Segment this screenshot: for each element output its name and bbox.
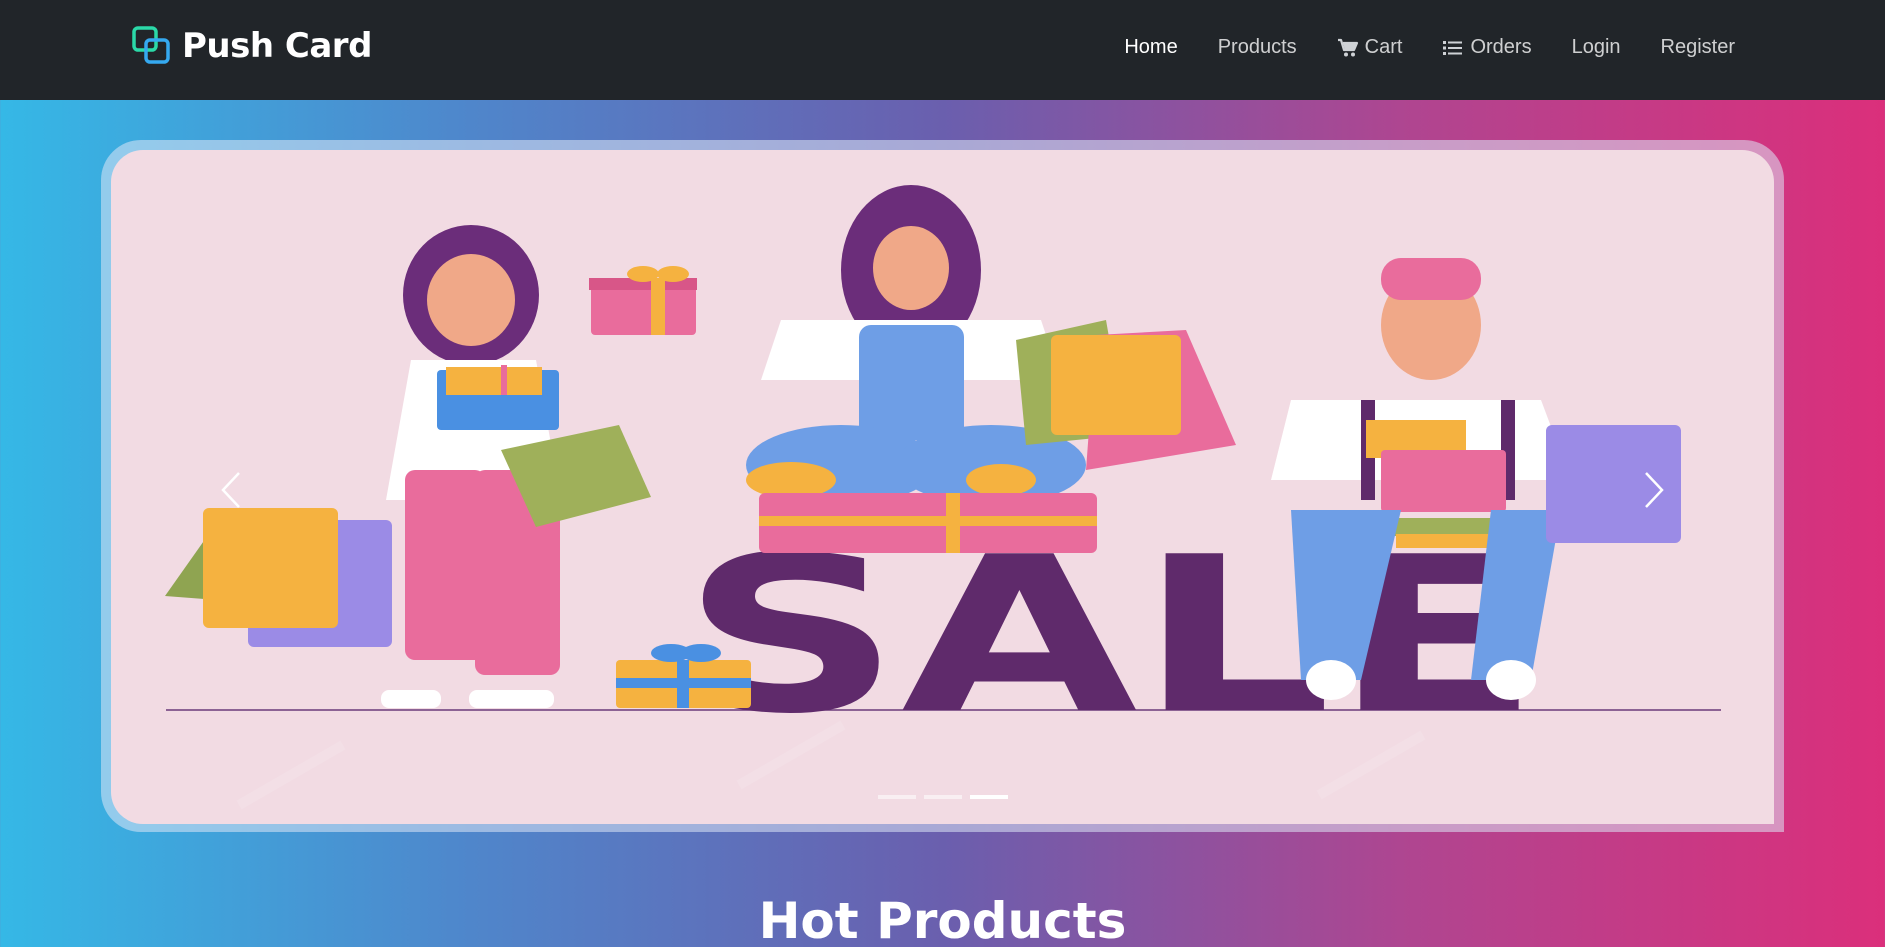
carousel-indicator-2[interactable] bbox=[923, 795, 962, 799]
chevron-left-icon bbox=[221, 472, 240, 508]
carousel-indicators bbox=[111, 795, 1774, 799]
chevron-right-icon bbox=[1645, 472, 1664, 508]
hero-carousel: SALE bbox=[111, 150, 1774, 824]
cart-icon bbox=[1337, 38, 1358, 56]
layered-squares-logo-icon bbox=[132, 26, 170, 64]
navbar: Push Card Home Products Cart Orders Logi… bbox=[0, 0, 1885, 100]
list-icon bbox=[1443, 40, 1463, 55]
nav-register-label: Register bbox=[1660, 36, 1735, 58]
nav-products-label: Products bbox=[1217, 36, 1297, 58]
nav-cart[interactable]: Cart bbox=[1337, 36, 1403, 59]
nav-cart-label: Cart bbox=[1364, 36, 1403, 58]
nav-products[interactable]: Products bbox=[1218, 36, 1297, 59]
brand-link[interactable]: Push Card bbox=[132, 24, 372, 68]
nav-orders-label: Orders bbox=[1470, 36, 1532, 58]
carousel-next-button[interactable] bbox=[1634, 460, 1674, 520]
nav-login[interactable]: Login bbox=[1572, 36, 1621, 59]
gift-box-floating bbox=[589, 266, 697, 335]
brand-name: Push Card bbox=[182, 26, 372, 66]
nav-home-label: Home bbox=[1124, 36, 1178, 58]
nav-login-label: Login bbox=[1571, 36, 1621, 58]
carousel-indicator-1[interactable] bbox=[877, 795, 916, 799]
nav-home[interactable]: Home bbox=[1124, 36, 1177, 59]
sale-illustration: SALE bbox=[165, 185, 1721, 810]
carousel-prev-button[interactable] bbox=[211, 460, 251, 520]
hot-products-heading: Hot Products bbox=[758, 892, 1127, 947]
woman-center-figure bbox=[746, 185, 1236, 553]
carousel-indicator-3[interactable] bbox=[969, 795, 1008, 799]
nav-register[interactable]: Register bbox=[1661, 36, 1735, 59]
nav-menu: Home Products Cart Orders Login Register bbox=[1124, 36, 1735, 59]
nav-orders[interactable]: Orders bbox=[1442, 36, 1532, 59]
